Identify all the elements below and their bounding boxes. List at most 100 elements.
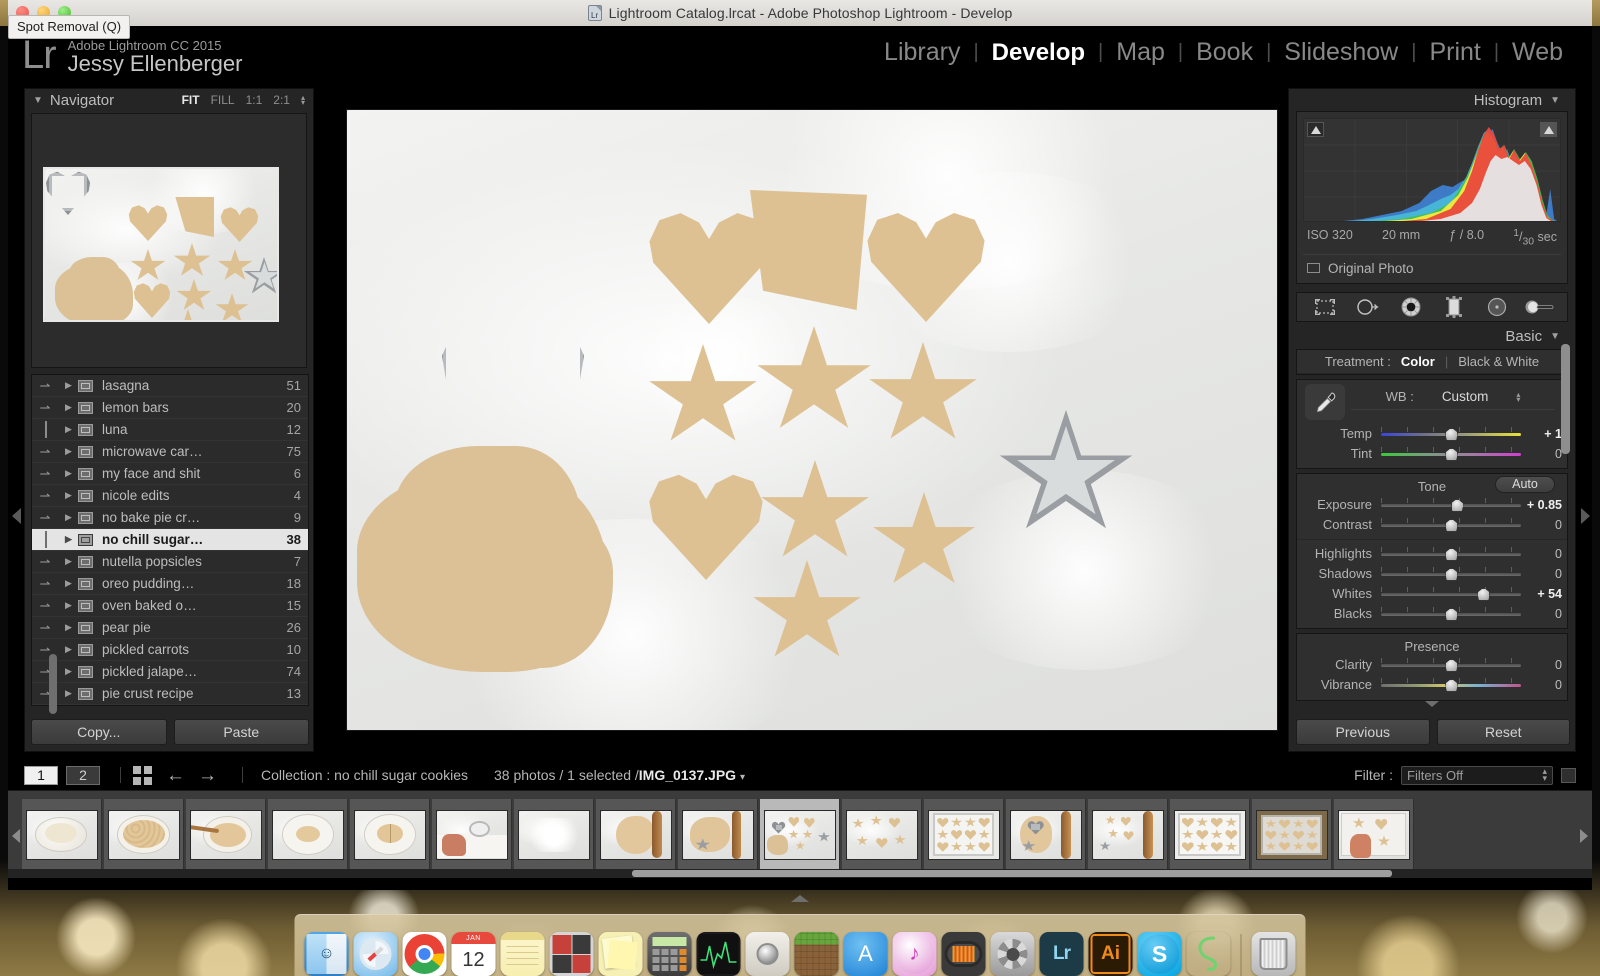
chevron-right-icon[interactable]: ▶ <box>58 424 78 435</box>
paste-button[interactable]: Paste <box>173 719 309 745</box>
chevron-right-icon[interactable]: ▶ <box>58 556 78 567</box>
slider-value[interactable]: 0 <box>1521 678 1567 692</box>
collection-row[interactable]: ⇀ ▶ pie crust recipe 13 <box>32 683 308 705</box>
chevron-right-icon[interactable]: ▶ <box>58 490 78 501</box>
zoom-fit[interactable]: FIT <box>182 93 200 107</box>
slider-value[interactable]: 0 <box>1521 547 1567 561</box>
chevron-down-icon[interactable]: ▼ <box>33 95 43 106</box>
chevron-right-icon[interactable]: ▶ <box>58 688 78 699</box>
treatment-bw-option[interactable]: Black & White <box>1458 354 1539 369</box>
chevron-right-icon[interactable]: ▶ <box>58 446 78 457</box>
chevron-right-icon[interactable]: ▶ <box>58 380 78 391</box>
navigator-zoom-levels[interactable]: FIT FILL 1:1 2:1 ▴ ▾ <box>182 93 305 107</box>
slider-value[interactable]: + 0.85 <box>1521 498 1567 512</box>
sketch-icon[interactable] <box>1187 932 1231 976</box>
treatment-row[interactable]: Treatment : Color | Black & White <box>1297 350 1567 374</box>
finder-icon[interactable]: ☺ <box>304 932 349 976</box>
itunes-icon[interactable]: ♪ <box>892 932 937 976</box>
module-library[interactable]: Library <box>871 38 973 67</box>
slider-control[interactable] <box>1381 497 1521 512</box>
collection-row[interactable]: ⇀ ▶ nicole edits 4 <box>32 485 308 507</box>
wb-value[interactable]: Custom <box>1442 389 1489 404</box>
slider-control[interactable] <box>1381 677 1521 692</box>
left-panel-collapse-arrow[interactable] <box>12 508 21 524</box>
filmstrip-thumbnail[interactable] <box>350 798 430 871</box>
copy-button[interactable]: Copy... <box>31 719 167 745</box>
filmstrip-thumbnail[interactable] <box>514 798 594 871</box>
slider-row[interactable]: Blacks 0 <box>1297 604 1567 624</box>
skype-icon[interactable]: S <box>1137 932 1182 976</box>
chevron-right-icon[interactable]: ▶ <box>58 512 78 523</box>
filmstrip-thumbnail[interactable] <box>1088 798 1168 871</box>
slider-row[interactable]: Contrast 0 <box>1297 515 1567 535</box>
filter-select[interactable]: Filters Off ▴ ▾ <box>1401 765 1553 785</box>
filmstrip-scroll-left[interactable] <box>12 829 20 843</box>
navigator-preview-image[interactable] <box>43 167 279 322</box>
collection-row[interactable]: ⇀ ▶ nutella popsicles 7 <box>32 551 308 573</box>
chevron-right-icon[interactable]: ▶ <box>58 534 78 545</box>
auto-tone-button[interactable]: Auto <box>1495 475 1555 493</box>
audacity-icon[interactable] <box>941 932 986 976</box>
highlight-clipping-button[interactable] <box>1540 122 1557 137</box>
mac-dock[interactable]: ☺ JAN 12 A ♪ Lr Ai S <box>294 914 1306 976</box>
slider-control[interactable] <box>1381 546 1521 561</box>
collection-row[interactable]: ⇀ ▶ microwave car… 75 <box>32 441 308 463</box>
slider-value[interactable]: 0 <box>1521 658 1567 672</box>
chrome-icon[interactable] <box>402 932 447 976</box>
filmstrip[interactable] <box>8 790 1592 878</box>
slider-row[interactable]: Exposure + 0.85 <box>1297 495 1567 515</box>
module-picker[interactable]: Library | Develop | Map | Book | Slidesh… <box>871 38 1576 67</box>
main-photo[interactable] <box>347 110 1277 730</box>
original-photo-checkbox[interactable] <box>1307 263 1320 274</box>
slider-row[interactable]: Vibrance 0 <box>1297 675 1567 695</box>
slider-value[interactable]: 0 <box>1521 518 1567 532</box>
slider-control[interactable] <box>1381 586 1521 601</box>
chevron-down-icon[interactable]: ▼ <box>1550 95 1560 106</box>
filmstrip-thumbnail[interactable] <box>1252 798 1332 871</box>
trash-icon[interactable] <box>1251 932 1296 976</box>
red-eye-tool[interactable] <box>1396 296 1426 318</box>
filmstrip-scroll-right[interactable] <box>1580 829 1588 843</box>
collection-row[interactable]: ⇀ ▶ my face and shit 6 <box>32 463 308 485</box>
collection-target-checkbox[interactable] <box>45 531 47 548</box>
collection-row[interactable]: ⇀ ▶ pickled jalape… 74 <box>32 661 308 683</box>
collection-row[interactable]: ⇀ ▶ oven baked o… 15 <box>32 595 308 617</box>
view-preset-1-button[interactable]: 1 <box>24 765 58 785</box>
calendar-icon[interactable]: JAN 12 <box>451 932 496 976</box>
collection-row[interactable]: ⇀ ▶ lemon bars 20 <box>32 397 308 419</box>
previous-button[interactable]: Previous <box>1296 719 1430 745</box>
radial-filter-tool[interactable] <box>1482 296 1512 318</box>
histogram-graph[interactable] <box>1303 118 1561 222</box>
zoom-fill[interactable]: FILL <box>211 93 235 107</box>
filmstrip-thumbnail[interactable] <box>1006 798 1086 871</box>
next-photo-button[interactable]: → <box>198 766 217 785</box>
view-preset-2-button[interactable]: 2 <box>66 765 100 785</box>
slider-row[interactable]: Highlights 0 <box>1297 544 1567 564</box>
identity-plate[interactable]: Lr Adobe Lightroom CC 2015 Jessy Ellenbe… <box>8 35 242 79</box>
slider-value[interactable]: + 54 <box>1521 587 1567 601</box>
left-panel-scrollbar[interactable] <box>49 654 57 714</box>
collection-row[interactable]: ⇀ ▶ pear pie 26 <box>32 617 308 639</box>
image-capture-icon[interactable] <box>745 932 790 976</box>
filter-stepper-icon[interactable]: ▴ ▾ <box>1542 767 1547 783</box>
graduated-filter-tool[interactable] <box>1439 295 1469 318</box>
filmstrip-thumbnail[interactable] <box>760 798 840 871</box>
filmstrip-scrollbar[interactable] <box>632 870 1392 877</box>
module-slideshow[interactable]: Slideshow <box>1271 38 1411 67</box>
develop-tool-strip[interactable] <box>1296 291 1568 322</box>
filmstrip-thumbnail[interactable] <box>268 798 348 871</box>
module-web[interactable]: Web <box>1499 38 1576 67</box>
safari-icon[interactable] <box>353 932 398 976</box>
tone-sliders-secondary[interactable]: Highlights 0 Shadows 0 Whites + 54 Blacks 0 <box>1297 544 1567 628</box>
filmstrip-thumbnail[interactable] <box>1170 798 1250 871</box>
right-panel-collapse-arrow[interactable] <box>1581 508 1590 524</box>
slider-control[interactable] <box>1381 606 1521 621</box>
reset-button[interactable]: Reset <box>1436 719 1570 745</box>
calculator-icon[interactable] <box>647 932 692 976</box>
slider-control[interactable] <box>1381 517 1521 532</box>
adjustment-brush-tool[interactable] <box>1525 296 1555 318</box>
white-balance-selector-button[interactable] <box>1305 383 1345 420</box>
previous-photo-button[interactable]: ← <box>166 766 185 785</box>
slider-row[interactable]: Temp + 1 <box>1297 424 1567 444</box>
original-photo-row[interactable]: Original Photo <box>1303 253 1561 278</box>
